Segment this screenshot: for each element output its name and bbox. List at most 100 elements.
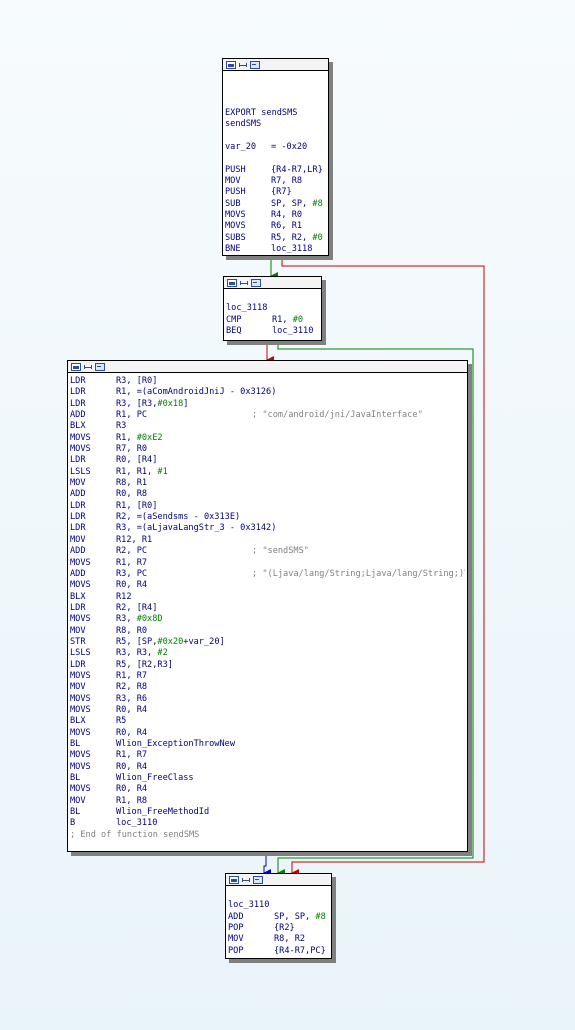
asm-line[interactable]: sendSMS [225, 119, 326, 130]
asm-line[interactable]: ADD SP, SP, #8 [228, 912, 329, 923]
asm-line[interactable]: loc_3110 [228, 900, 329, 911]
asm-line[interactable]: loc_3118 [226, 303, 319, 314]
asm-line[interactable]: BLX R5 [70, 716, 465, 727]
asm-line[interactable]: ADD R0, R8 [70, 489, 465, 500]
asm-operands: R1, R7 [116, 750, 148, 761]
asm-line[interactable]: LDR R5, [R2,R3] [70, 660, 465, 671]
asm-line[interactable]: CMP R1, #0 [226, 315, 319, 326]
block-sendsms-entry[interactable]: EXPORT sendSMS sendSMS var_20 = -0x20 PUSH {R… [222, 58, 329, 256]
asm-operands: R1, PC [116, 410, 148, 421]
asm-operands: R5, [SP,#0x20+var_20] [116, 637, 225, 647]
asm-line[interactable] [225, 97, 326, 108]
asm-line[interactable]: BNE loc_3118 [225, 244, 326, 255]
group-icon[interactable] [240, 280, 248, 286]
hex-icon[interactable] [253, 875, 263, 884]
asm-line[interactable]: MOVS R0, R4 [70, 705, 465, 716]
asm-line[interactable] [228, 889, 329, 900]
asm-line[interactable]: SUB SP, SP, #8 [225, 199, 326, 210]
group-icon[interactable] [84, 364, 92, 370]
asm-line[interactable] [225, 131, 326, 142]
asm-line[interactable]: LDR R3, [R3,#0x18] [70, 399, 465, 410]
block-loc-3110[interactable]: loc_3110 ADD SP, SP, #8 POP {R2} MOV R8, R2 POP… [225, 873, 332, 959]
asm-operands: {R7} [271, 187, 292, 198]
asm-line[interactable]: BL Wlion_FreeClass [70, 773, 465, 784]
asm-line[interactable]: Bloc_3110 [70, 818, 465, 829]
asm-line[interactable]: LDR R3, [R0] [70, 376, 465, 387]
asm-line[interactable]: MOVS R0, R4 [70, 580, 465, 591]
asm-line[interactable] [226, 292, 319, 303]
asm-line[interactable]: LSLS R1, R1, #1 [70, 467, 465, 478]
asm-line[interactable]: STR R5, [SP,#0x20+var_20] [70, 637, 465, 648]
asm-line[interactable]: MOVS R3, #0x8D [70, 614, 465, 625]
asm-line[interactable]: LDR R3, =(aLjavaLangStr_3 - 0x3142) [70, 523, 465, 534]
asm-line[interactable]: MOVS R1, R7 [70, 750, 465, 761]
asm-line[interactable]: LDR R2, =(aSendsms - 0x313E) [70, 512, 465, 523]
asm-line[interactable]: MOV R1, R8 [70, 796, 465, 807]
asm-line[interactable]: MOV R12, R1 [70, 535, 465, 546]
asm-line[interactable]: SUBS R5, R2, #0 [225, 233, 326, 244]
asm-line[interactable]: MOVS R0, R4 [70, 728, 465, 739]
asm-line[interactable]: BEQ loc_3110 [226, 326, 319, 337]
asm-line[interactable]: var_20 = -0x20 [225, 142, 326, 153]
asm-line[interactable]: LSLS R3, R3, #2 [70, 648, 465, 659]
group-icon[interactable] [239, 62, 247, 68]
asm-line[interactable]: MOV R2, R8 [70, 682, 465, 693]
asm-line[interactable]: MOVS R0, R4 [70, 784, 465, 795]
asm-mnemonic: LDR [70, 376, 86, 386]
asm-line[interactable]: MOVS R4, R0 [225, 210, 326, 221]
hex-icon[interactable] [251, 278, 261, 287]
asm-line[interactable]: LDR R1, =(aComAndroidJniJ - 0x3126) [70, 387, 465, 398]
block-loc-3118[interactable]: loc_3118 CMP R1, #0 BEQ loc_3110 [223, 276, 322, 341]
asm-line[interactable]: POP {R4-R7,PC} [228, 946, 329, 957]
asm-mnemonic: MOVS [225, 221, 246, 232]
asm-line[interactable] [225, 74, 326, 85]
asm-line[interactable]: MOV R7, R8 [225, 176, 326, 187]
graph-icon[interactable] [227, 278, 237, 287]
asm-line[interactable]: BL Wlion_FreeMethodId [70, 807, 465, 818]
asm-line[interactable]: BLX R3 [70, 421, 465, 432]
hex-icon[interactable] [95, 362, 105, 371]
graph-icon[interactable] [71, 362, 81, 371]
group-icon[interactable] [242, 877, 250, 883]
asm-immediate: #0x18 [157, 398, 184, 409]
asm-line[interactable]: PUSH {R4-R7,LR} [225, 165, 326, 176]
asm-mnemonic: MOVS [70, 750, 91, 761]
asm-mnemonic: LDR [70, 500, 86, 511]
asm-line[interactable]: MOVS R0, R4 [70, 762, 465, 773]
asm-line[interactable]: MOVS R6, R1 [225, 221, 326, 232]
asm-line[interactable]: MOVS R1, #0xE2 [70, 433, 465, 444]
block-body: loc_3110 ADD SP, SP, #8 POP {R2} MOV R8, R2 POP… [226, 886, 331, 959]
graph-icon[interactable] [226, 60, 236, 69]
asm-mnemonic: MOVS [70, 693, 91, 704]
graph-icon[interactable] [229, 875, 239, 884]
asm-line[interactable]: MOV R8, R0 [70, 626, 465, 637]
asm-line[interactable]: LDR R1, [R0] [70, 501, 465, 512]
asm-line[interactable]: POP {R2} [228, 923, 329, 934]
asm-line[interactable] [225, 85, 326, 96]
asm-line[interactable]: ; End of function sendSMS [70, 830, 465, 841]
asm-line[interactable]: LDR R2, [R4] [70, 603, 465, 614]
asm-operands: loc_3110 [116, 818, 158, 829]
asm-line[interactable]: MOVS R1, R7 [70, 558, 465, 569]
asm-operands: R0, R4 [116, 580, 148, 591]
asm-line[interactable]: LDR R0, [R4] [70, 455, 465, 466]
asm-line[interactable]: MOV R8, R2 [228, 934, 329, 945]
block-main-body[interactable]: LDR R3, [R0] LDR R1, =(aComAndroidJniJ - 0x… [67, 360, 468, 852]
asm-operands: R1, #0xE2 [116, 433, 163, 443]
block-header [223, 59, 328, 71]
asm-line[interactable]: ADD R3, PC ; "(Ljava/lang/String;Ljava/lan… [70, 569, 465, 580]
asm-operands: R0, R4 [116, 784, 148, 795]
asm-line[interactable]: MOV R8, R1 [70, 478, 465, 489]
asm-mnemonic: LSLS [70, 466, 91, 477]
asm-line[interactable]: MOVS R1, R7 [70, 671, 465, 682]
asm-line[interactable]: EXPORT sendSMS [225, 108, 326, 119]
asm-line[interactable]: ADD R1, PC ; "com/android/jni/JavaInterfac… [70, 410, 465, 421]
asm-line[interactable]: PUSH {R7} [225, 187, 326, 198]
asm-line[interactable]: ADD R2, PC ; "sendSMS" [70, 546, 465, 557]
hex-icon[interactable] [250, 60, 260, 69]
asm-line[interactable] [225, 153, 326, 164]
asm-line[interactable]: BLX R12 [70, 592, 465, 603]
asm-line[interactable]: BL Wlion_ExceptionThrowNew [70, 739, 465, 750]
asm-line[interactable]: MOVS R3, R6 [70, 694, 465, 705]
asm-line[interactable]: MOVS R7, R0 [70, 444, 465, 455]
